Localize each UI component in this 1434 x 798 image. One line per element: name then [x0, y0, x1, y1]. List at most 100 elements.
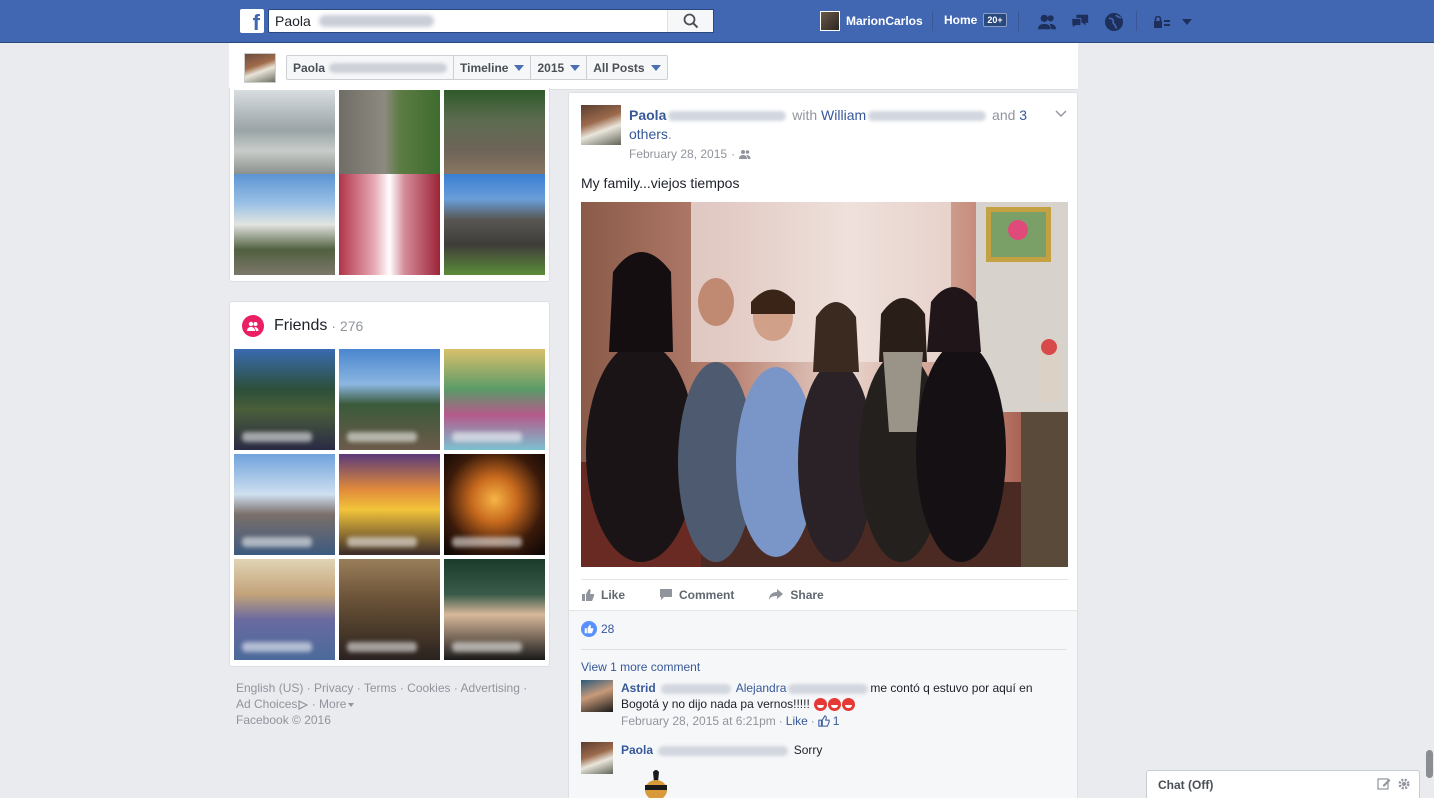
blurred-surname	[658, 745, 789, 756]
blurred-surname	[329, 62, 448, 73]
year-dropdown[interactable]: 2015	[531, 56, 588, 79]
chat-icons	[1377, 777, 1411, 791]
comment-like-button[interactable]: Like	[786, 713, 808, 729]
post-photo[interactable]	[581, 202, 1068, 567]
share-icon	[769, 589, 784, 600]
page-footer: English (US) · Privacy · Terms · Cookies…	[236, 680, 536, 728]
timeline-post: Paola with William and 3 others. Februar…	[568, 92, 1078, 798]
post-date: February 28, 2015	[629, 147, 728, 161]
friend-name-blurred	[347, 537, 417, 547]
family-photo-image	[581, 202, 1068, 567]
timeline-label: Timeline	[460, 60, 509, 75]
compose-icon[interactable]	[1377, 777, 1391, 791]
post-author-avatar[interactable]	[581, 105, 621, 145]
search-box	[268, 9, 714, 33]
friend-requests-icon[interactable]	[1037, 12, 1057, 32]
footer-link-more[interactable]: More	[319, 697, 346, 711]
comment-icon	[660, 589, 673, 600]
photo-tile[interactable]	[444, 174, 545, 275]
profile-cover-thumbnail[interactable]	[244, 53, 276, 83]
comment-like-count[interactable]: 1	[833, 713, 840, 729]
notifications-globe-icon[interactable]	[1104, 12, 1124, 32]
post-timestamp[interactable]: February 28, 2015 ·	[629, 147, 751, 161]
blurred-surname	[668, 111, 787, 122]
nav-divider	[932, 11, 933, 31]
page-scrollbar[interactable]	[1426, 750, 1433, 778]
friends-header[interactable]: Friends · 276	[242, 315, 363, 337]
friend-name-blurred	[452, 537, 522, 547]
with-text: with	[792, 107, 818, 123]
ad-choices-icon	[298, 699, 309, 710]
view-more-comments-link[interactable]: View 1 more comment	[581, 660, 700, 674]
top-bar: f MarionCarlos Home 20+	[0, 0, 1434, 43]
comment-author-avatar[interactable]	[581, 742, 613, 774]
friend-tile[interactable]	[444, 454, 545, 555]
friends-count-value: 276	[339, 318, 364, 334]
friend-tile[interactable]	[339, 349, 440, 450]
footer-link-cookies[interactable]: Cookies	[407, 681, 450, 695]
share-button[interactable]: Share	[768, 587, 824, 602]
share-label: Share	[790, 587, 824, 602]
friend-name-blurred	[242, 642, 312, 652]
post-options-chevron-down-icon[interactable]	[1055, 107, 1067, 121]
comment-body: Astrid Alejandra me contó q estuvo por aq…	[621, 680, 1051, 729]
chevron-down-icon	[570, 64, 581, 71]
nav-divider	[1136, 11, 1137, 31]
likes-count: 28	[601, 622, 615, 636]
post-text: My family...viejos tiempos	[581, 175, 740, 191]
footer-link-privacy[interactable]: Privacy	[314, 681, 353, 695]
footer-copyright: Facebook © 2016	[236, 713, 331, 727]
comment-author-link[interactable]: Astrid	[621, 681, 656, 695]
post-header: Paola with William and 3 others.	[629, 107, 1028, 142]
likes-summary[interactable]: 28	[581, 621, 614, 637]
like-reaction-icon	[581, 621, 597, 637]
photo-tile[interactable]	[234, 174, 335, 275]
friends-audience-icon	[739, 150, 751, 159]
comment-author-avatar[interactable]	[581, 680, 613, 712]
friend-name-blurred	[452, 642, 522, 652]
nav-home-link[interactable]: Home 20+	[944, 13, 1007, 27]
facebook-logo-icon[interactable]: f	[240, 9, 264, 33]
posts-filter-dropdown[interactable]: All Posts	[587, 56, 666, 79]
comment-author-link[interactable]: Paola	[621, 743, 653, 757]
comment-button[interactable]: Comment	[659, 588, 734, 602]
footer-link-ad-choices[interactable]: Ad Choices	[236, 697, 297, 711]
chat-sidebar-tab[interactable]: Chat (Off)	[1146, 770, 1420, 798]
post-author-link[interactable]: Paola	[629, 107, 666, 123]
home-notification-badge: 20+	[983, 13, 1007, 27]
friend-tile[interactable]	[444, 349, 545, 450]
friends-title: Friends	[274, 317, 328, 334]
friend-tile[interactable]	[234, 454, 335, 555]
footer-link-language[interactable]: English (US)	[236, 681, 303, 695]
comments-section: 28 View 1 more comment Astrid Alejandra m…	[569, 610, 1077, 798]
comment-mention-link[interactable]: Alejandra	[736, 681, 787, 695]
tagged-user-link[interactable]: William	[821, 107, 866, 123]
friend-name-blurred	[242, 537, 312, 547]
like-button[interactable]: Like	[581, 588, 625, 602]
profile-name: Paola	[293, 60, 326, 75]
privacy-shortcuts-icon[interactable]	[1152, 12, 1172, 32]
comment-label: Comment	[679, 587, 735, 602]
friend-tile[interactable]	[234, 559, 335, 660]
friend-tile[interactable]	[339, 559, 440, 660]
friend-tile[interactable]	[444, 559, 545, 660]
gear-icon[interactable]	[1397, 777, 1411, 791]
search-button[interactable]	[667, 10, 713, 32]
timeline-dropdown[interactable]: Timeline	[454, 56, 532, 79]
friend-tile[interactable]	[339, 454, 440, 555]
nav-profile-link[interactable]: MarionCarlos	[820, 11, 923, 31]
messages-icon[interactable]	[1070, 12, 1090, 32]
photo-tile[interactable]	[339, 174, 440, 275]
friend-tile[interactable]	[234, 349, 335, 450]
account-menu-chevron-down-icon[interactable]	[1177, 12, 1197, 32]
comment-date[interactable]: February 28, 2015 at 6:21pm	[621, 713, 776, 729]
footer-link-terms[interactable]: Terms	[364, 681, 397, 695]
search-icon	[683, 13, 698, 29]
profile-name-button[interactable]: Paola	[287, 56, 455, 79]
nav-user-name: MarionCarlos	[846, 14, 923, 28]
nav-divider	[1018, 11, 1019, 31]
avatar	[820, 11, 840, 31]
friend-name-blurred	[452, 432, 522, 442]
footer-link-advertising[interactable]: Advertising	[461, 681, 520, 695]
year-label: 2015	[537, 60, 565, 75]
